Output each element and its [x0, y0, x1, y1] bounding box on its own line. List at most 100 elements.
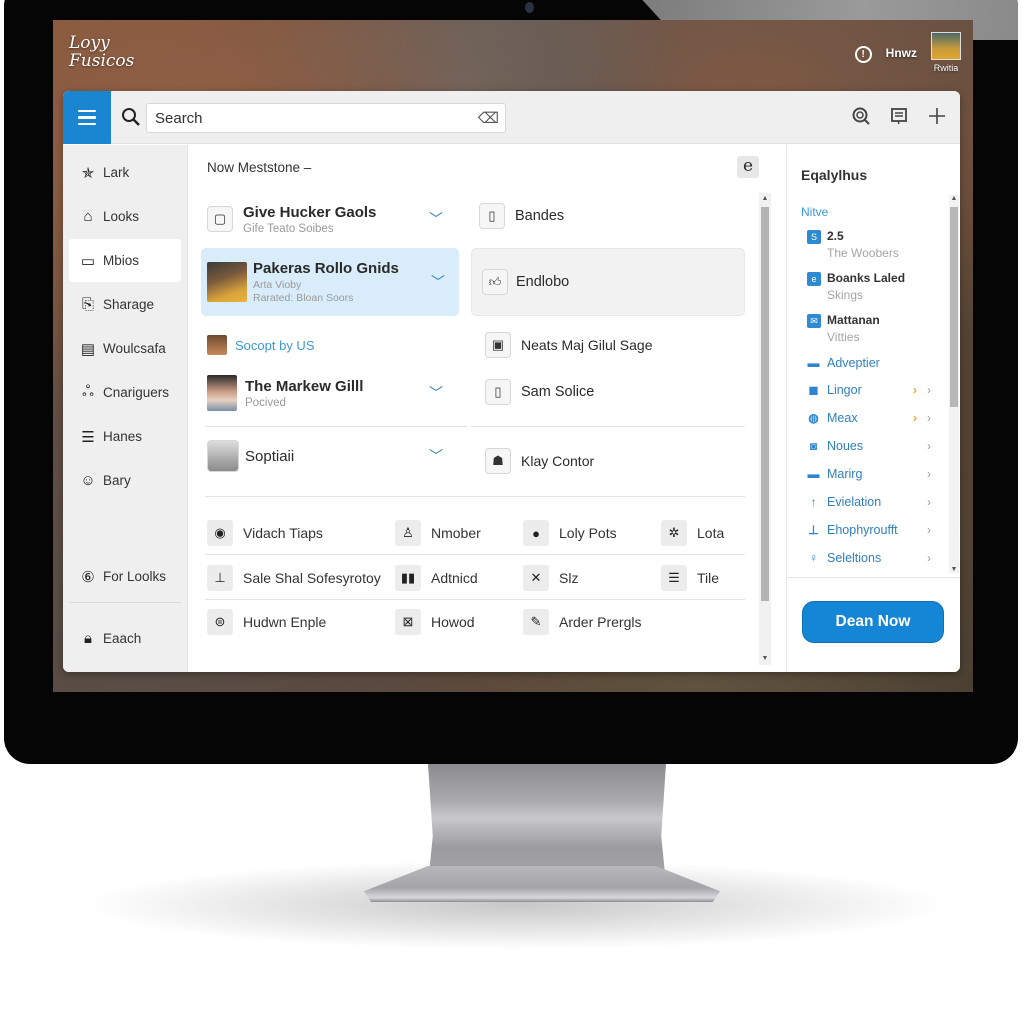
panel-link-seleltions[interactable]: ♀ Seleltions ›	[807, 551, 931, 565]
chevron-down-icon[interactable]: ﹀	[429, 209, 443, 229]
chevron-right-icon: ›	[913, 411, 917, 425]
notes-icon[interactable]	[888, 105, 910, 127]
top-avatar-block[interactable]: Rwitia	[931, 32, 961, 73]
grid-item[interactable]: ◉ Vidach Tiaps	[207, 520, 323, 546]
desktop-screen: Loyy Fusicos ! Hnwz Rwitia Search ⌫ ✯ La…	[53, 20, 973, 692]
tools-icon: ✕	[523, 565, 549, 591]
grid-item[interactable]: ✲ Lota	[661, 520, 724, 546]
panel-link-lingor[interactable]: ◼ Lingor › ›	[807, 383, 931, 397]
chevron-down-icon[interactable]: ﹀	[431, 272, 445, 292]
sidebar-item-for-loolks[interactable]: ⑥ For Loolks	[69, 555, 181, 598]
logo-line-2: Fusicos	[69, 51, 135, 71]
grid-item[interactable]: ● Loly Pots	[523, 520, 617, 546]
row-divider	[205, 426, 467, 427]
scroll-down-icon[interactable]: ▼	[949, 566, 959, 573]
avatar[interactable]	[931, 32, 961, 60]
camera-icon	[525, 2, 534, 13]
item-subtitle: Arta Vioby	[253, 279, 302, 291]
list-item[interactable]: ▢ Give Hucker Gaols Gife Teato Soibes ﹀	[203, 193, 457, 245]
list-item[interactable]: ▯ Sam Solice	[485, 379, 594, 405]
dash-icon: ▬	[807, 356, 820, 370]
list-icon: ☰	[81, 428, 95, 446]
sidebar-item-label: Bary	[103, 473, 131, 488]
scrollbar-thumb[interactable]	[761, 207, 769, 601]
panel-link-marirg[interactable]: ▬ Marirg ›	[807, 467, 932, 481]
top-user-label[interactable]: Hnwz	[886, 46, 917, 60]
star-figure-icon: ✯	[81, 164, 95, 182]
sidebar-item-sharage[interactable]: ⎘ Sharage	[69, 283, 181, 326]
scrollbar-thumb[interactable]	[950, 207, 958, 407]
menu-button[interactable]	[63, 91, 111, 144]
item-title: Pakeras Rollo Gnids	[253, 260, 399, 277]
users-square-icon: ◙	[809, 439, 818, 453]
alert-icon[interactable]: !	[854, 46, 872, 63]
grid-item[interactable]: ♙ Nmober	[395, 520, 481, 546]
clear-icon[interactable]: ⌫	[478, 109, 499, 127]
menu-icon-bar	[78, 109, 96, 113]
list-item[interactable]: ☗ Klay Contor	[485, 448, 594, 474]
panel-link-meax[interactable]: ◍ Meax › ›	[807, 411, 931, 425]
item-label: Bandes	[515, 208, 565, 224]
grid-item[interactable]: ▮▮ Adtnicd	[395, 565, 478, 591]
link-item[interactable]: Socopt by US	[207, 331, 407, 359]
grid-item[interactable]: ✕ Slz	[523, 565, 578, 591]
sidebar-item-label: Lark	[103, 165, 130, 180]
main-scrollbar[interactable]: ▲ ▼	[759, 193, 771, 665]
row-divider	[471, 426, 745, 427]
sidebar-item-label: Sharage	[103, 297, 155, 312]
search-input[interactable]: Search ⌫	[146, 103, 506, 133]
person-icon: ♙	[395, 520, 421, 546]
scroll-up-icon[interactable]: ▲	[949, 195, 959, 202]
panel-entry[interactable]: S 2.5 The Woobers	[807, 229, 899, 260]
sidebar-item-label: For Loolks	[103, 569, 167, 584]
list-item[interactable]: The Markew Gilll Pocived ﹀	[203, 369, 457, 417]
grid-item[interactable]: ⊜ Hudwn Enple	[207, 609, 326, 635]
card-icon: ▬	[807, 467, 820, 481]
sidebar-item-lark[interactable]: ✯ Lark	[69, 151, 181, 194]
link-label: Lingor	[827, 383, 862, 397]
list-item[interactable]: ▯ Bandes	[479, 203, 564, 229]
sidebar-item-hanes[interactable]: ☰ Hanes	[69, 415, 181, 458]
search-icon[interactable]	[121, 107, 141, 132]
chevron-down-icon[interactable]: ﹀	[429, 383, 443, 403]
sidebar-item-bary[interactable]: ☺ Bary	[69, 459, 181, 502]
edit-button[interactable]: e	[737, 156, 759, 178]
list-item-selected[interactable]: Pakeras Rollo Gnids Arta Vioby Rarated: …	[201, 248, 459, 316]
lock-icon: 🔒︎	[84, 630, 92, 647]
grid-item[interactable]: ☰ Tile	[661, 565, 719, 591]
panel-entry[interactable]: e Boanks Laled Skings	[807, 271, 905, 302]
sidebar-item-mbios[interactable]: ▭ Mbios	[69, 239, 181, 282]
list-item[interactable]: ▣ Neats Maj Gilul Sage	[485, 332, 653, 358]
panel-link-evielation[interactable]: ↑ Evielation ›	[807, 495, 932, 509]
sidebar-item-eaach[interactable]: 🔒︎ Eaach	[69, 617, 181, 660]
panel-link-noues[interactable]: ◙ Noues ›	[807, 439, 931, 453]
chevron-down-icon[interactable]: ﹀	[429, 446, 443, 466]
share-icon: ஃ	[82, 383, 94, 400]
entry-subtitle: Skings	[827, 288, 864, 302]
grid-item[interactable]: ✎ Arder Prergls	[523, 609, 641, 635]
sidebar-item-cnariguers[interactable]: ஃ Cnariguers	[69, 371, 181, 414]
item-label: Neats Maj Gilul Sage	[521, 337, 653, 353]
sidebar-item-looks[interactable]: ⌂ Looks	[69, 195, 181, 238]
panel-scrollbar[interactable]: ▲ ▼	[949, 195, 959, 573]
add-icon[interactable]	[926, 105, 948, 127]
grid-item[interactable]: ⊥ Sale Shal Sofesyrotoy	[207, 565, 381, 591]
panel-entry[interactable]: ✉ Mattanan Vitties	[807, 313, 880, 344]
thumbs-up-icon: 👍︎	[482, 269, 508, 295]
dean-now-button[interactable]: Dean Now	[802, 601, 944, 643]
scroll-down-icon[interactable]: ▼	[759, 653, 771, 665]
list-item[interactable]: Soptiaii ﹀	[203, 437, 457, 475]
grid-item[interactable]: ⊠ Howod	[395, 609, 475, 635]
toolbar-actions	[850, 105, 948, 127]
sidebar-item-woulcsafa[interactable]: ▤ Woulcsafa	[69, 327, 181, 370]
scroll-up-icon[interactable]: ▲	[759, 193, 771, 205]
user-badge-icon: ●	[523, 520, 549, 546]
monitor-icon: ▭	[80, 252, 96, 270]
row-divider	[205, 599, 745, 600]
list-item-highlighted[interactable]: 👍︎ Endlobo	[471, 248, 745, 316]
zoom-icon[interactable]	[850, 105, 872, 127]
panel-link-ehophyroufft[interactable]: ⊥ Ehophyroufft ›	[807, 523, 931, 537]
search-input-text: Search	[155, 110, 203, 127]
panel-link-adveptier[interactable]: ▬ Adveptier	[807, 356, 931, 370]
panel-subtitle[interactable]: Nitve	[801, 205, 828, 219]
